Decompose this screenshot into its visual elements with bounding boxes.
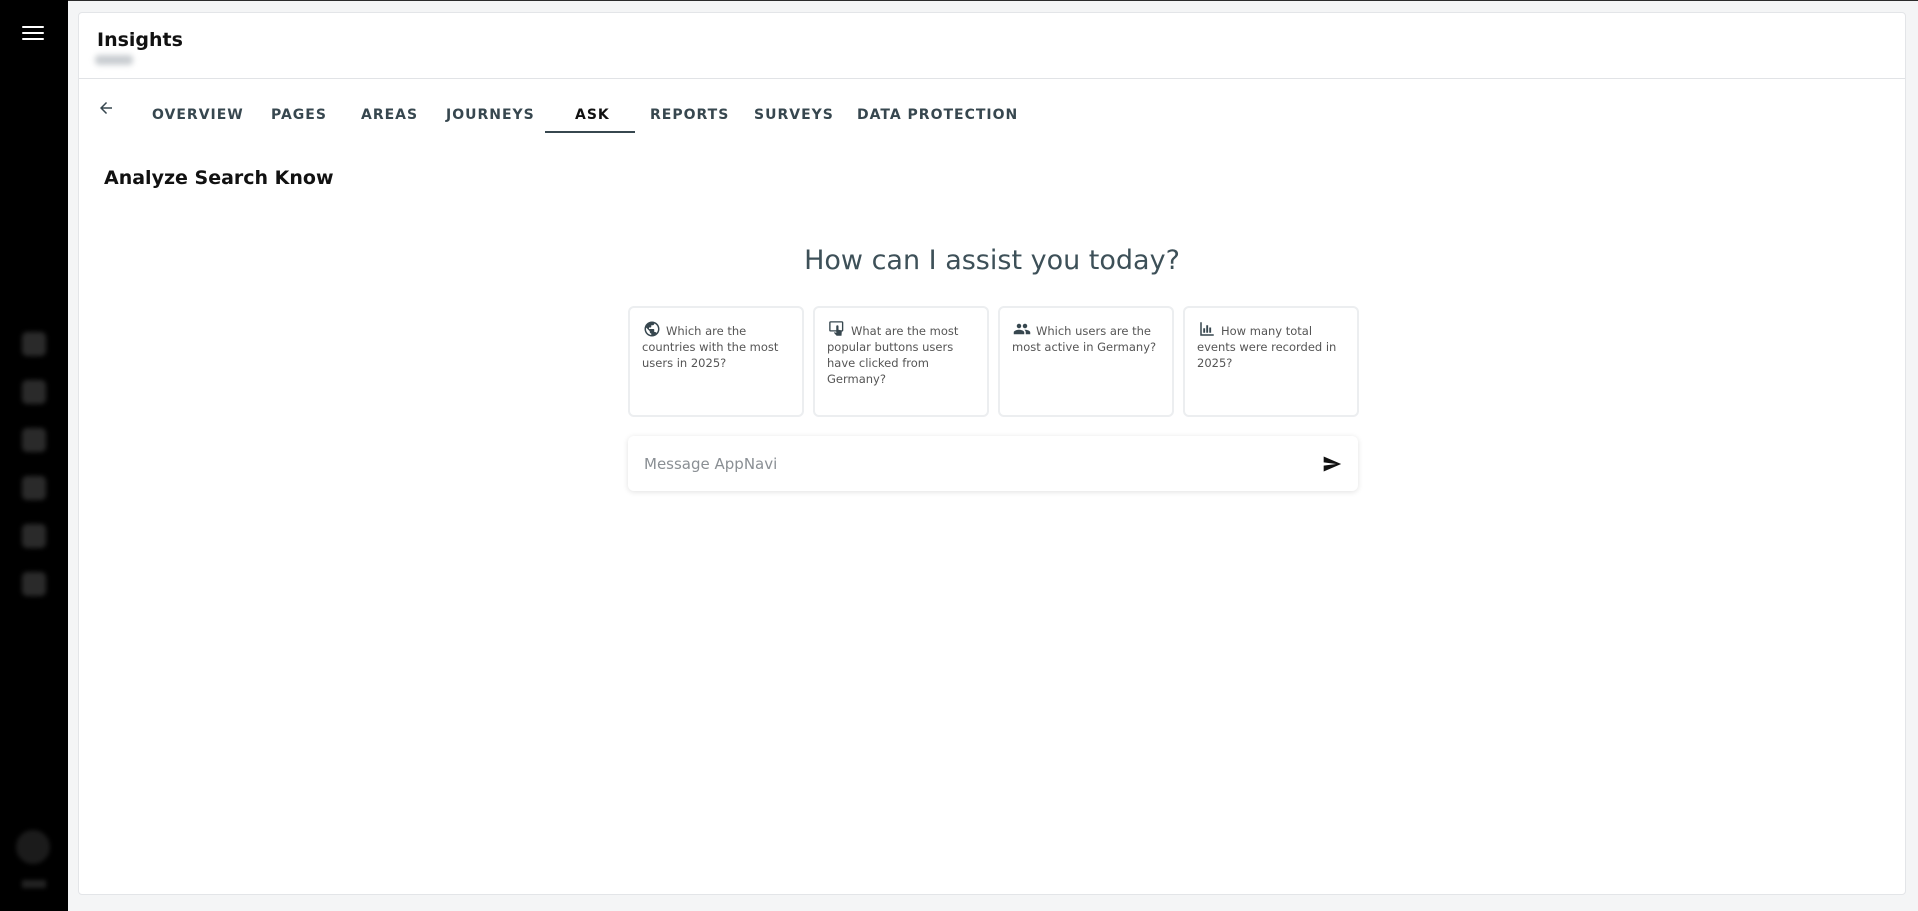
back-arrow-icon[interactable] (97, 99, 115, 117)
tab-journeys[interactable]: JOURNEYS (446, 107, 535, 123)
page-header: Insights (79, 13, 1905, 79)
tab-surveys[interactable]: SURVEYS (754, 107, 834, 123)
suggestion-text: Which users are the most active in Germa… (1012, 324, 1157, 354)
sidebar-profile-icon[interactable] (16, 830, 50, 864)
active-tab-indicator (545, 131, 635, 133)
tab-data-protection[interactable]: DATA PROTECTION (857, 107, 1018, 123)
page-title: Insights (97, 29, 183, 51)
suggestion-text: How many total events were recorded in 2… (1197, 324, 1337, 370)
assistant-heading: How can I assist you today? (804, 245, 1180, 276)
tab-pages[interactable]: PAGES (271, 107, 327, 123)
sidebar-icon-5[interactable] (22, 524, 46, 548)
sidebar-icon-3[interactable] (22, 428, 46, 452)
suggestion-card[interactable]: How many total events were recorded in 2… (1183, 306, 1359, 417)
globe-icon (642, 320, 662, 338)
sidebar-footer-text (22, 880, 46, 888)
users-group-icon (1012, 320, 1032, 338)
tab-bar: OVERVIEW PAGES AREAS JOURNEYS ASK REPORT… (79, 79, 1905, 133)
sidebar (0, 0, 68, 911)
section-title: Analyze Search Know (104, 167, 334, 189)
tab-areas[interactable]: AREAS (361, 107, 418, 123)
send-icon[interactable] (1322, 454, 1342, 474)
suggestion-card[interactable]: What are the most popular buttons users … (813, 306, 989, 417)
sidebar-icon-1[interactable] (22, 332, 46, 356)
page-subtitle-redacted (95, 55, 133, 65)
tab-reports[interactable]: REPORTS (650, 107, 729, 123)
message-input[interactable] (644, 436, 1304, 491)
top-border (68, 0, 1918, 1)
suggestion-card[interactable]: Which are the countries with the most us… (628, 306, 804, 417)
sidebar-icon-4[interactable] (22, 476, 46, 500)
main-panel: Insights OVERVIEW PAGES AREAS JOURNEYS A… (78, 12, 1906, 895)
touch-screen-icon (827, 320, 847, 338)
sidebar-icon-2[interactable] (22, 380, 46, 404)
tab-overview[interactable]: OVERVIEW (152, 107, 244, 123)
message-composer (628, 436, 1358, 491)
tab-ask[interactable]: ASK (575, 107, 610, 123)
suggestion-card[interactable]: Which users are the most active in Germa… (998, 306, 1174, 417)
bar-chart-icon (1197, 320, 1217, 338)
hamburger-menu-icon[interactable] (22, 26, 44, 42)
sidebar-icon-6[interactable] (22, 572, 46, 596)
suggestion-text: Which are the countries with the most us… (642, 324, 779, 370)
